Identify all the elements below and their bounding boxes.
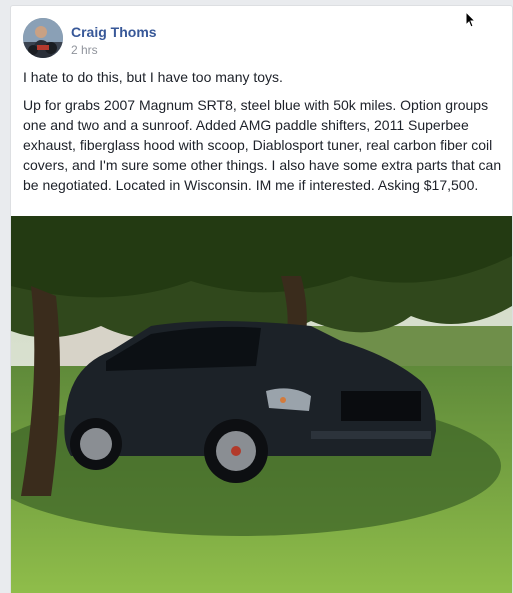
avatar[interactable] [23,18,63,58]
post-photo[interactable] [11,216,512,593]
car-photo-illustration [11,216,512,593]
post-paragraph: I hate to do this, but I have too many t… [23,69,283,85]
post-header: Craig Thoms 2 hrs [23,18,157,58]
post-timestamp[interactable]: 2 hrs [71,42,157,58]
author-name-link[interactable]: Craig Thoms [71,23,157,41]
avatar-image [23,18,63,58]
post-paragraph: Up for grabs 2007 Magnum SRT8, steel blu… [23,97,502,193]
post-card: Craig Thoms 2 hrs I hate to do this, but… [10,5,513,593]
post-text: I hate to do this, but I have too many t… [23,67,507,203]
post-meta: Craig Thoms 2 hrs [71,18,157,58]
feed-background: Craig Thoms 2 hrs I hate to do this, but… [0,0,513,593]
mouse-pointer-icon [466,12,476,28]
